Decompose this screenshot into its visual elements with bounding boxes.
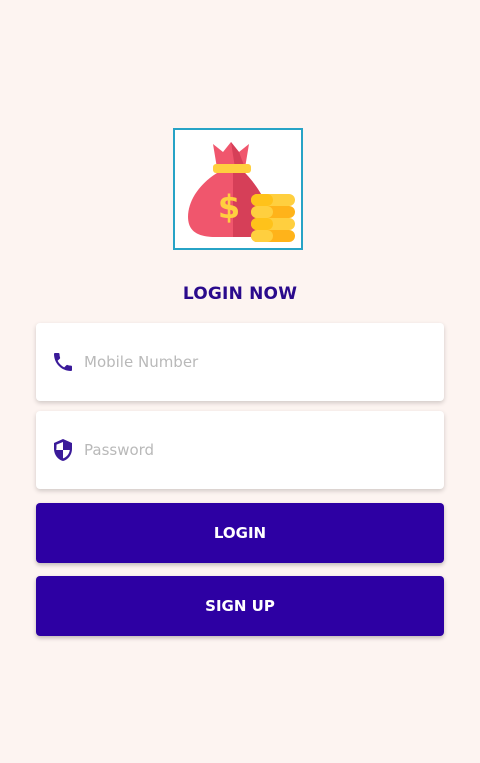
app-logo: $ <box>173 128 303 250</box>
page-title: LOGIN NOW <box>182 284 298 304</box>
password-input[interactable] <box>84 435 424 465</box>
phone-icon <box>54 353 72 371</box>
login-button[interactable]: LOGIN <box>36 503 444 563</box>
shield-icon <box>54 439 72 461</box>
signup-button[interactable]: SIGN UP <box>36 576 444 636</box>
money-bag-coins-icon: $ <box>188 142 295 242</box>
password-field[interactable] <box>36 411 444 489</box>
svg-text:$: $ <box>218 188 240 226</box>
mobile-number-field[interactable] <box>36 323 444 401</box>
mobile-number-input[interactable] <box>84 347 424 377</box>
